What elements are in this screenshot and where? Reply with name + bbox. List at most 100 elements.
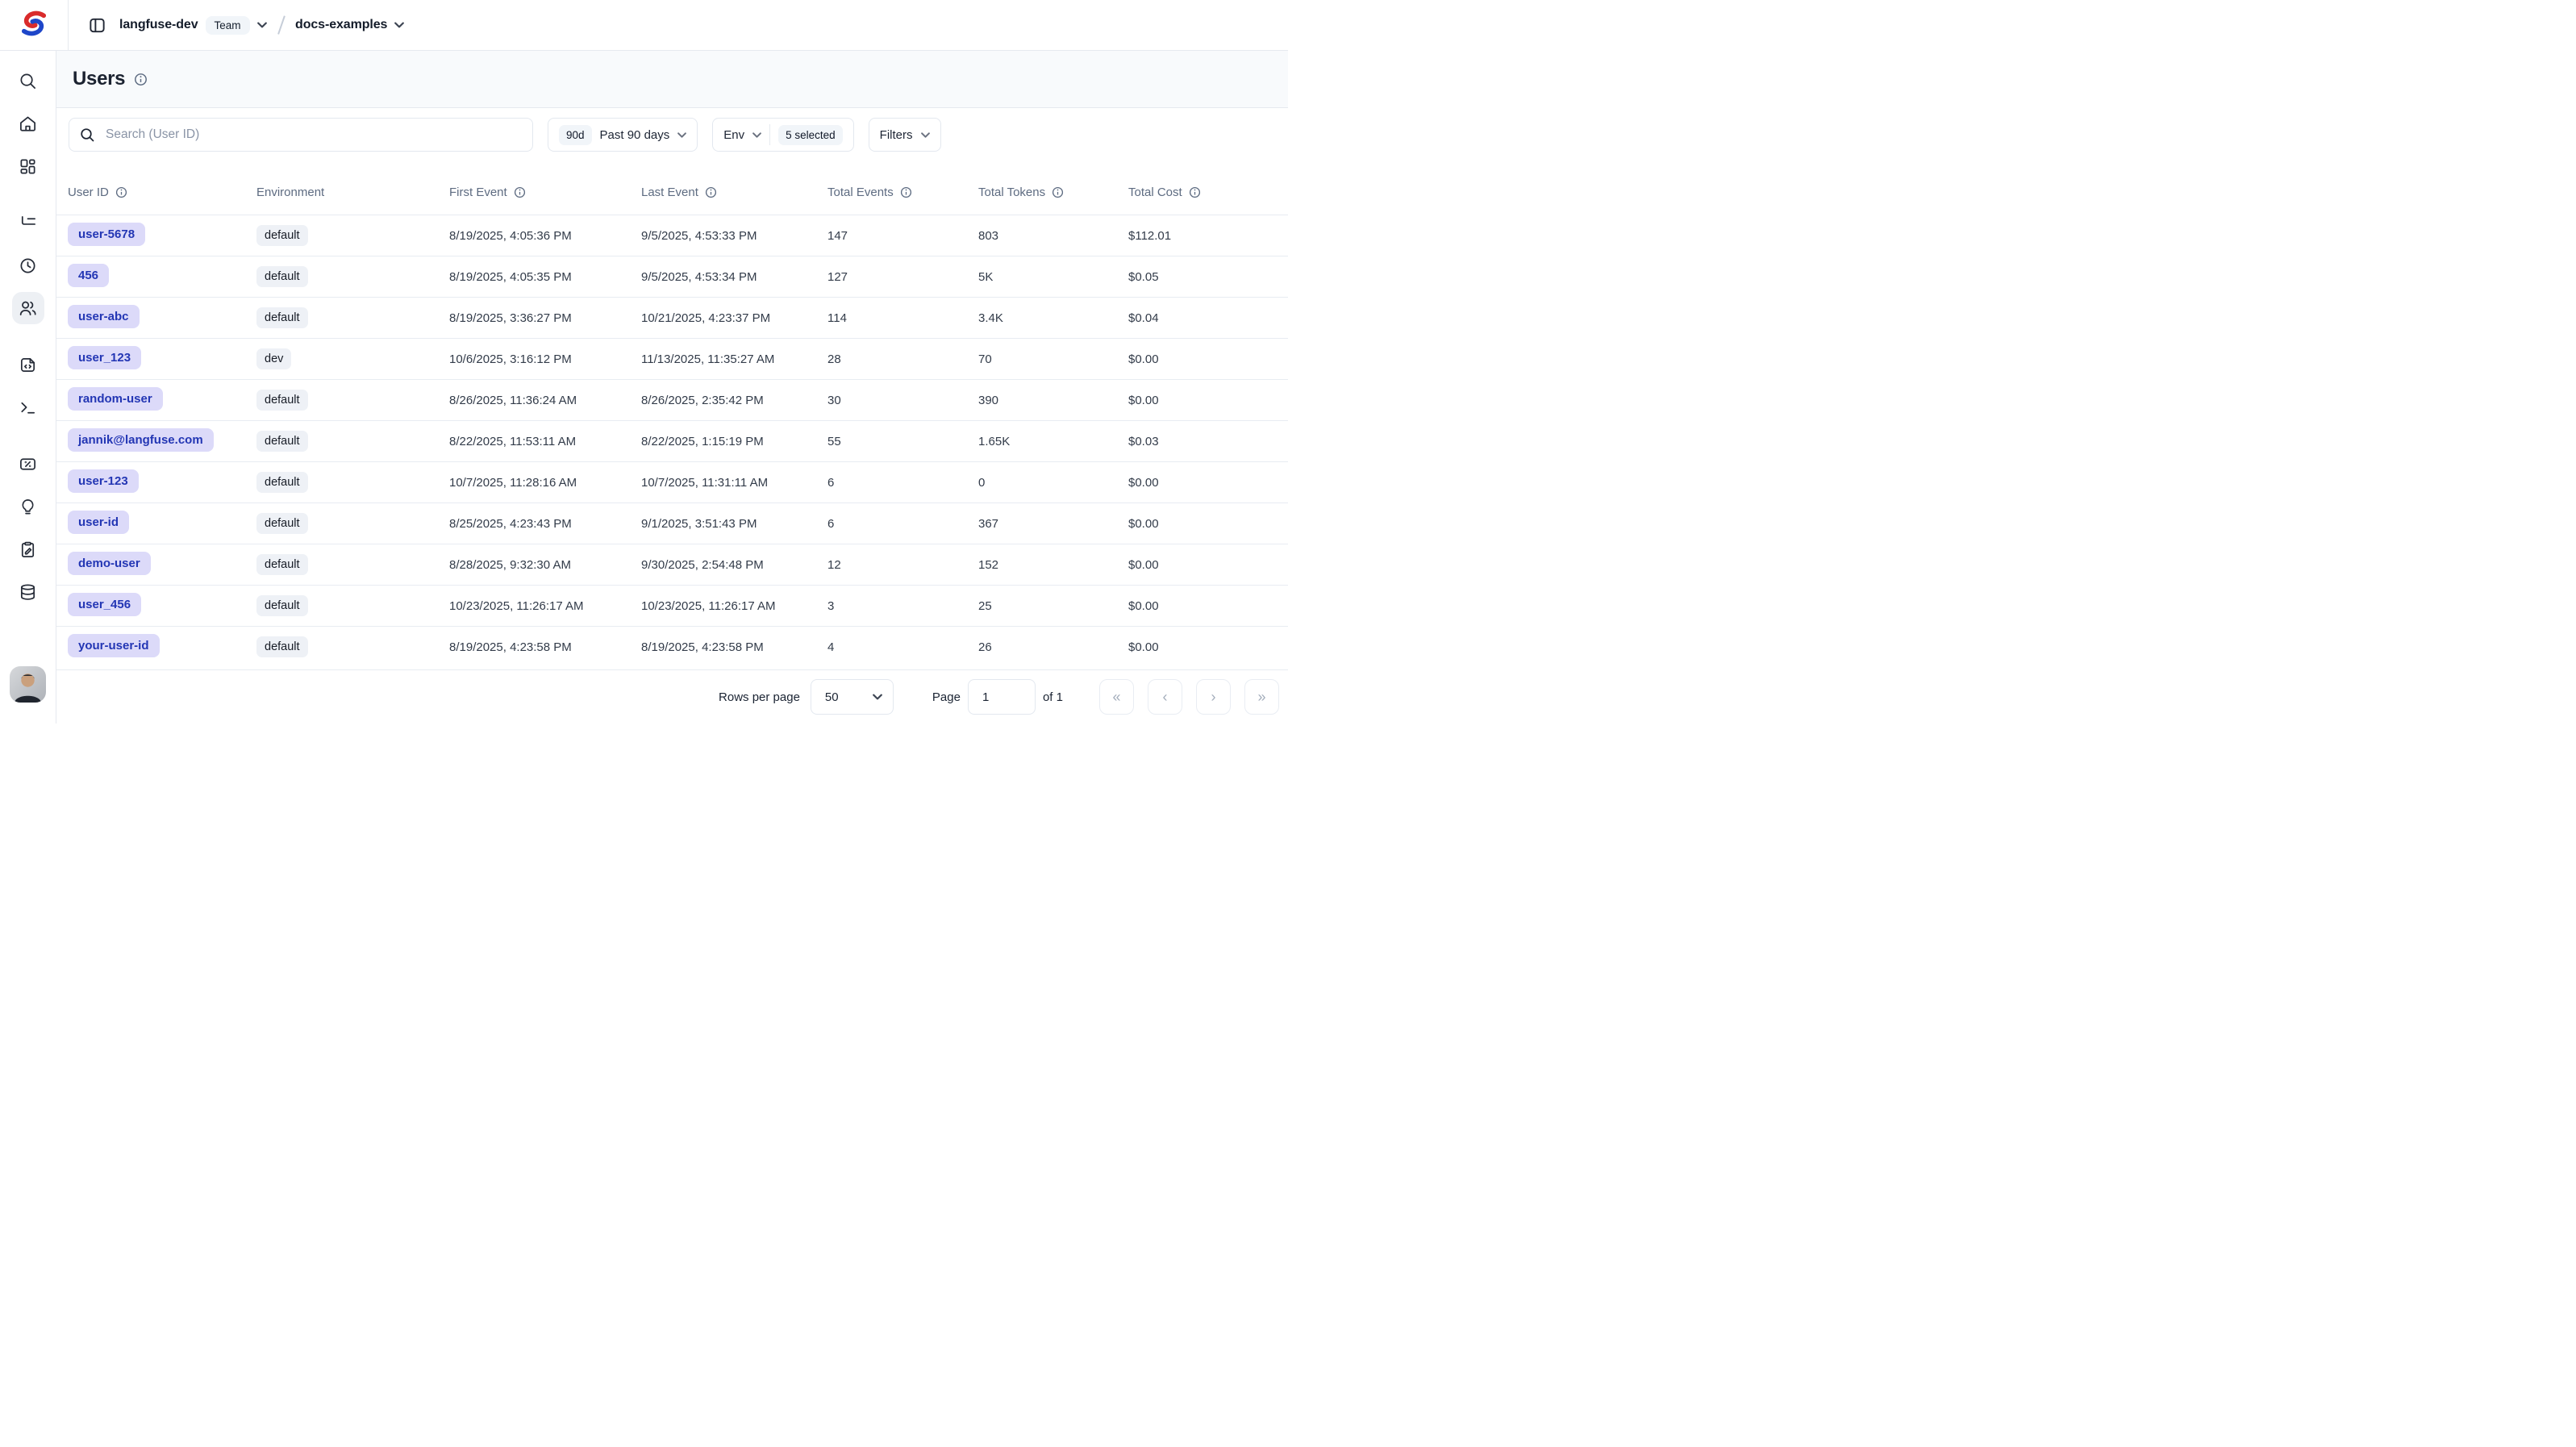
sidebar-item-sessions[interactable]: [12, 249, 44, 281]
page-header: Users: [56, 51, 1288, 108]
table-row[interactable]: user-123 default 10/7/2025, 11:28:16 AM …: [56, 461, 1288, 502]
total-events-cell: 3: [827, 599, 978, 613]
user-id-badge[interactable]: user-id: [68, 511, 129, 534]
search-input[interactable]: [104, 127, 522, 143]
table-row[interactable]: user-abc default 8/19/2025, 3:36:27 PM 1…: [56, 297, 1288, 338]
total-tokens-cell: 26: [978, 640, 1128, 654]
sidebar-item-scores[interactable]: [12, 448, 44, 480]
table-row[interactable]: user_456 default 10/23/2025, 11:26:17 AM…: [56, 585, 1288, 626]
total-events-cell: 30: [827, 394, 978, 407]
table-row[interactable]: random-user default 8/26/2025, 11:36:24 …: [56, 379, 1288, 420]
org-switcher[interactable]: langfuse-dev Team: [119, 16, 267, 35]
table-row[interactable]: 456 default 8/19/2025, 4:05:35 PM 9/5/20…: [56, 256, 1288, 297]
info-icon[interactable]: [900, 186, 912, 198]
filters-button[interactable]: Filters: [869, 118, 941, 152]
user-id-badge[interactable]: jannik@langfuse.com: [68, 428, 214, 452]
first-event-cell: 10/7/2025, 11:28:16 AM: [449, 476, 641, 490]
sidebar-item-home[interactable]: [12, 107, 44, 140]
sidebar-item-dashboards[interactable]: [12, 150, 44, 182]
info-icon[interactable]: [514, 186, 526, 198]
search-box: [69, 118, 533, 152]
table-row[interactable]: your-user-id default 8/19/2025, 4:23:58 …: [56, 626, 1288, 667]
sidebar-toggle-button[interactable]: [82, 10, 111, 40]
pagination-bar: Rows per page 50 Page of 1 « ‹ › »: [56, 670, 1288, 724]
environment-badge: default: [256, 472, 308, 493]
sidebar-item-users[interactable]: [12, 292, 44, 324]
sidebar-item-annotation[interactable]: [12, 533, 44, 565]
user-id-badge[interactable]: user-abc: [68, 305, 140, 328]
user-id-badge[interactable]: user_456: [68, 593, 141, 616]
info-icon[interactable]: [1189, 186, 1201, 198]
col-total-tokens: Total Tokens: [978, 186, 1128, 199]
breadcrumb-separator: [277, 15, 285, 34]
last-page-button[interactable]: »: [1244, 679, 1279, 715]
users-page: langfuse-dev Team docs-examples: [0, 0, 1288, 724]
sidebar-item-evals[interactable]: [12, 490, 44, 523]
rows-per-page-label: Rows per page: [719, 690, 800, 704]
list-tree-icon: [19, 214, 37, 232]
info-icon[interactable]: [1052, 186, 1064, 198]
user-id-badge[interactable]: random-user: [68, 387, 163, 411]
sidebar-item-prompts[interactable]: [12, 348, 44, 381]
table-row[interactable]: user-id default 8/25/2025, 4:23:43 PM 9/…: [56, 502, 1288, 544]
sidebar-item-tracing[interactable]: [12, 206, 44, 239]
home-icon: [19, 115, 37, 133]
total-cost-cell: $0.00: [1128, 352, 1288, 366]
page-title-info-icon[interactable]: [134, 73, 148, 86]
info-icon[interactable]: [115, 186, 127, 198]
first-event-cell: 8/19/2025, 4:05:35 PM: [449, 270, 641, 284]
date-range-picker[interactable]: 90d Past 90 days: [548, 118, 698, 152]
user-id-badge[interactable]: user_123: [68, 346, 141, 369]
rows-per-page-select[interactable]: 50: [811, 679, 894, 715]
table-row[interactable]: jannik@langfuse.com default 8/22/2025, 1…: [56, 420, 1288, 461]
env-selected-badge: 5 selected: [778, 125, 843, 145]
sidebar-item-datasets[interactable]: [12, 576, 44, 608]
total-events-cell: 6: [827, 517, 978, 531]
last-event-cell: 9/30/2025, 2:54:48 PM: [641, 558, 827, 572]
total-tokens-cell: 152: [978, 558, 1128, 572]
environment-badge: default: [256, 636, 308, 657]
col-label: Total Tokens: [978, 186, 1045, 199]
first-event-cell: 8/26/2025, 11:36:24 AM: [449, 394, 641, 407]
clipboard-pencil-icon: [19, 540, 37, 559]
total-cost-cell: $0.00: [1128, 599, 1288, 613]
total-cost-cell: $0.03: [1128, 435, 1288, 448]
env-filter[interactable]: Env 5 selected: [712, 118, 853, 152]
user-id-badge[interactable]: user-5678: [68, 223, 145, 246]
user-id-badge[interactable]: 456: [68, 264, 109, 287]
org-plan-badge: Team: [206, 16, 250, 35]
breadcrumb: langfuse-dev Team docs-examples: [69, 0, 404, 50]
project-switcher[interactable]: docs-examples: [295, 18, 404, 32]
info-icon[interactable]: [705, 186, 717, 198]
table-row[interactable]: demo-user default 8/28/2025, 9:32:30 AM …: [56, 544, 1288, 585]
table-row[interactable]: user-5678 default 8/19/2025, 4:05:36 PM …: [56, 215, 1288, 256]
table-body: user-5678 default 8/19/2025, 4:05:36 PM …: [56, 215, 1288, 670]
environment-badge: default: [256, 266, 308, 287]
search-icon: [19, 72, 37, 90]
previous-page-button[interactable]: ‹: [1148, 679, 1182, 715]
divider: [769, 124, 770, 145]
sidebar-item-playground[interactable]: [12, 391, 44, 423]
total-cost-cell: $0.04: [1128, 311, 1288, 325]
table-row[interactable]: user_123 dev 10/6/2025, 3:16:12 PM 11/13…: [56, 338, 1288, 379]
user-id-badge[interactable]: demo-user: [68, 552, 151, 575]
first-page-button[interactable]: «: [1099, 679, 1134, 715]
page-number-input[interactable]: [968, 679, 1036, 715]
last-event-cell: 9/5/2025, 4:53:33 PM: [641, 229, 827, 243]
user-id-badge[interactable]: your-user-id: [68, 634, 160, 657]
user-id-badge[interactable]: user-123: [68, 469, 139, 493]
last-event-cell: 8/22/2025, 1:15:19 PM: [641, 435, 827, 448]
user-avatar[interactable]: [10, 666, 46, 703]
main-content: Users 90d Past 90 days Env 5 selected: [56, 51, 1288, 724]
environment-badge: default: [256, 554, 308, 575]
total-tokens-cell: 5K: [978, 270, 1128, 284]
next-page-button[interactable]: ›: [1196, 679, 1231, 715]
col-label: Total Cost: [1128, 186, 1182, 199]
total-tokens-cell: 70: [978, 352, 1128, 366]
total-cost-cell: $0.00: [1128, 517, 1288, 531]
sidebar-item-search[interactable]: [12, 65, 44, 97]
total-cost-cell: $0.05: [1128, 270, 1288, 284]
logo-cell[interactable]: [0, 0, 69, 50]
chevrons-left-icon: «: [1112, 689, 1120, 706]
col-total-events: Total Events: [827, 186, 978, 199]
